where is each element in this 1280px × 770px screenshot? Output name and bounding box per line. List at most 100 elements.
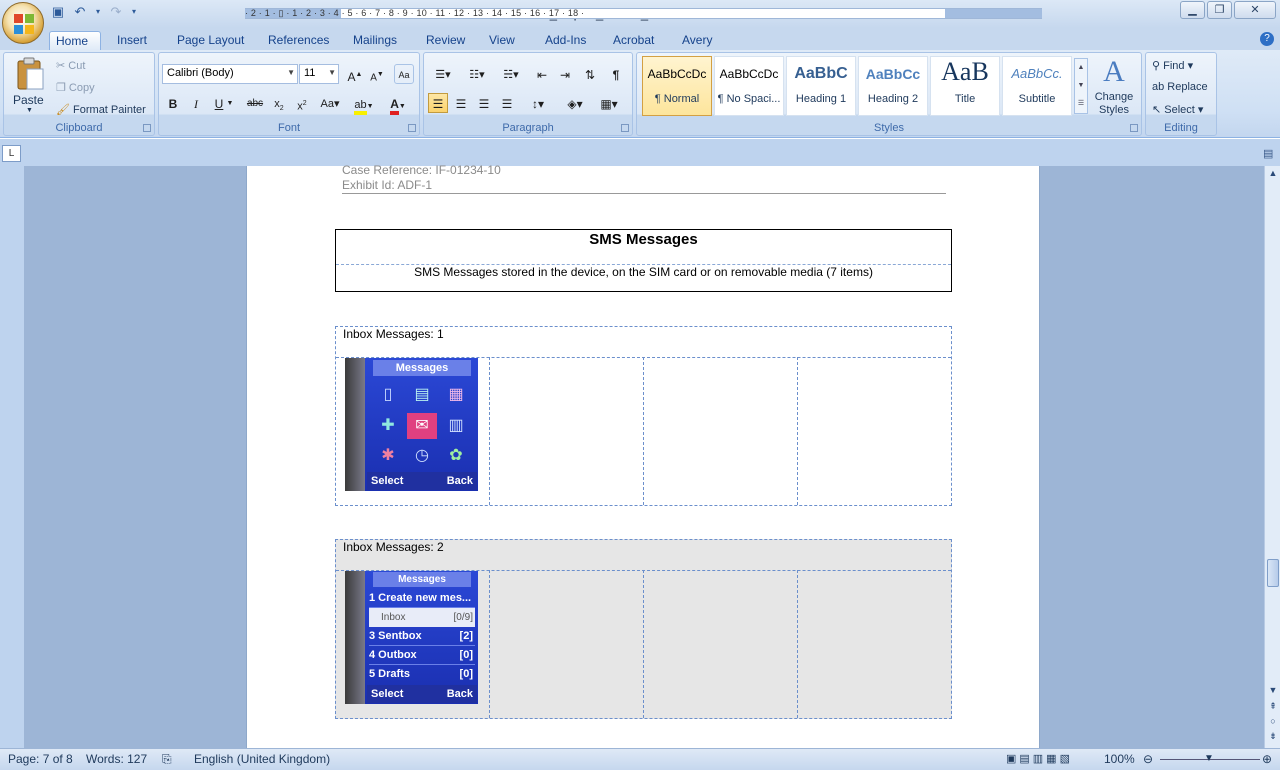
vertical-scrollbar[interactable]: ▲ ▼ ⇞ ○ ⇟ <box>1264 166 1280 748</box>
style-normal[interactable]: AaBbCcDc ¶ Normal <box>642 56 712 116</box>
close-button[interactable]: ✕ <box>1234 1 1276 19</box>
grow-font-icon[interactable]: A▲ <box>345 64 365 84</box>
style-heading-1[interactable]: AaBbC Heading 1 <box>786 56 856 116</box>
proofing-icon[interactable]: ⎘ <box>162 752 172 767</box>
style-subtitle[interactable]: AaBbCc. Subtitle <box>1002 56 1072 116</box>
clipboard-launcher-icon[interactable] <box>143 124 151 132</box>
page-count[interactable]: Page: 7 of 8 <box>8 752 73 766</box>
softkey-select: Select <box>371 475 404 487</box>
tab-page-layout[interactable]: Page Layout <box>171 31 250 50</box>
view-buttons[interactable]: ▣▤▥▦▧ <box>1006 752 1073 765</box>
styles-launcher-icon[interactable] <box>1130 124 1138 132</box>
view-ruler-icon[interactable]: ▤ <box>1263 147 1277 161</box>
maximize-button[interactable]: ❐ <box>1207 1 1232 19</box>
show-marks-icon[interactable]: ¶ <box>606 64 626 84</box>
shrink-font-icon[interactable]: A▼ <box>367 64 387 84</box>
superscript-icon[interactable]: x2 <box>292 93 312 113</box>
tab-avery[interactable]: Avery <box>676 31 718 50</box>
justify-icon[interactable]: ☰ <box>497 93 517 113</box>
paste-label: Paste <box>13 93 44 107</box>
zoom-in-icon[interactable]: ⊕ <box>1262 752 1272 766</box>
scrollbar-thumb[interactable] <box>1267 559 1279 587</box>
language-indicator[interactable]: English (United Kingdom) <box>194 752 330 766</box>
select-button[interactable]: ↖ Select ▾ <box>1152 103 1203 116</box>
previous-page-icon[interactable]: ⇞ <box>1268 701 1278 712</box>
ruler-numbers: · 2 · 1 · ▯ · 1 · 2 · 3 · 4 · 5 · 6 · 7 … <box>245 8 585 18</box>
style-no-spacing[interactable]: AaBbCcDc ¶ No Spaci... <box>714 56 784 116</box>
clock-icon: ◷ <box>415 447 429 465</box>
decrease-indent-icon[interactable]: ⇤ <box>532 64 552 84</box>
tab-view[interactable]: View <box>483 31 521 50</box>
tab-home[interactable]: Home <box>49 31 101 50</box>
horizontal-ruler[interactable]: · 2 · 1 · ▯ · 1 · 2 · 3 · 4 · 5 · 6 · 7 … <box>245 8 1042 19</box>
tab-acrobat[interactable]: Acrobat <box>607 31 660 50</box>
change-styles-button[interactable]: A Change Styles <box>1094 56 1134 122</box>
tab-review[interactable]: Review <box>420 31 471 50</box>
binoculars-icon: ⚲ <box>1152 60 1164 72</box>
bullets-icon[interactable]: ☰▾ <box>428 64 458 84</box>
tab-add-ins[interactable]: Add-Ins <box>539 31 592 50</box>
align-right-icon[interactable]: ☰ <box>474 93 494 113</box>
browse-object-icon[interactable]: ○ <box>1268 716 1278 726</box>
table-col-separator <box>489 570 490 718</box>
style-title[interactable]: AaB Title <box>930 56 1000 116</box>
strikethrough-icon[interactable]: abc <box>245 93 265 113</box>
multilevel-list-icon[interactable]: ☵▾ <box>496 64 526 84</box>
phone-screenshot-1[interactable]: Messages ▯ ▤ ▦ ✚ ✉ ▥ ✱ ◷ ✿ Select Back <box>345 358 478 491</box>
zoom-level[interactable]: 100% <box>1104 752 1135 766</box>
zoom-out-icon[interactable]: ⊖ <box>1143 752 1153 766</box>
case-reference: Case Reference: IF-01234-10 <box>342 163 501 177</box>
help-icon[interactable]: ? <box>1260 32 1274 46</box>
tab-selector-button[interactable]: L <box>2 145 21 162</box>
change-case-icon[interactable]: Aa▾ <box>317 93 343 113</box>
copy-button[interactable]: ❐ Copy <box>56 81 95 94</box>
styles-scroll[interactable]: ▲ ▼ ☰ <box>1074 58 1088 114</box>
list-item: 1 Create new mes... <box>369 589 475 608</box>
font-color-icon[interactable]: A▼ <box>385 93 411 115</box>
tab-mailings[interactable]: Mailings <box>347 31 403 50</box>
document-page[interactable]: Case Reference: IF-01234-10 Exhibit Id: … <box>246 163 1040 748</box>
style-heading-2[interactable]: AaBbCc Heading 2 <box>858 56 928 116</box>
highlight-icon[interactable]: ab▼ <box>351 93 377 115</box>
find-button[interactable]: ⚲ Find ▾ <box>1152 59 1193 72</box>
borders-icon[interactable]: ▦▾ <box>594 93 624 113</box>
word-count[interactable]: Words: 127 <box>86 752 147 766</box>
bold-icon[interactable]: B <box>163 93 183 113</box>
cursor-icon: ↖ <box>1152 104 1165 116</box>
softkey-select: Select <box>371 688 404 700</box>
scroll-down-icon[interactable]: ▼ <box>1268 685 1278 695</box>
font-size-combo[interactable]: 11 ▼ <box>299 64 339 84</box>
table-col-separator <box>643 570 644 718</box>
paragraph-launcher-icon[interactable] <box>621 124 629 132</box>
tab-insert[interactable]: Insert <box>111 31 153 50</box>
phone-icon: ▯ <box>383 386 393 403</box>
replace-icon: ab <box>1152 81 1168 93</box>
phone-screenshot-2[interactable]: Messages 1 Create new mes... Inbox [0/9] … <box>345 571 478 704</box>
sort-icon[interactable]: ⇅ <box>580 64 600 84</box>
subscript-icon[interactable]: x2 <box>269 93 289 113</box>
underline-dropdown-icon[interactable]: ▼ <box>225 93 235 113</box>
office-button[interactable] <box>2 2 44 44</box>
paste-button[interactable]: Paste ▼ <box>10 55 50 115</box>
font-launcher-icon[interactable] <box>408 124 416 132</box>
align-center-icon[interactable]: ☰ <box>451 93 471 113</box>
sms-heading-table: SMS Messages SMS Messages stored in the … <box>335 229 952 292</box>
clear-formatting-icon[interactable]: Aa <box>394 64 414 84</box>
replace-button[interactable]: ab Replace <box>1152 81 1208 93</box>
align-left-icon[interactable]: ☰ <box>428 93 448 113</box>
italic-icon[interactable]: I <box>186 93 206 113</box>
increase-indent-icon[interactable]: ⇥ <box>555 64 575 84</box>
font-name-combo[interactable]: Calibri (Body) ▼ <box>162 64 298 84</box>
numbering-icon[interactable]: ☷▾ <box>462 64 492 84</box>
zoom-slider-thumb[interactable]: ▼ <box>1204 753 1214 764</box>
line-spacing-icon[interactable]: ↕▾ <box>524 93 552 113</box>
cut-button[interactable]: ✂ Cut <box>56 59 85 72</box>
next-page-icon[interactable]: ⇟ <box>1268 731 1278 742</box>
tab-references[interactable]: References <box>262 31 335 50</box>
format-painter-button[interactable]: 🖌 Format Painter <box>56 103 146 116</box>
notes-icon: ▥ <box>448 416 464 434</box>
minimize-button[interactable]: ▁ <box>1180 1 1205 19</box>
shading-icon[interactable]: ◈▾ <box>560 93 590 113</box>
scroll-up-icon[interactable]: ▲ <box>1268 168 1278 178</box>
styles-label: Styles <box>874 122 904 134</box>
